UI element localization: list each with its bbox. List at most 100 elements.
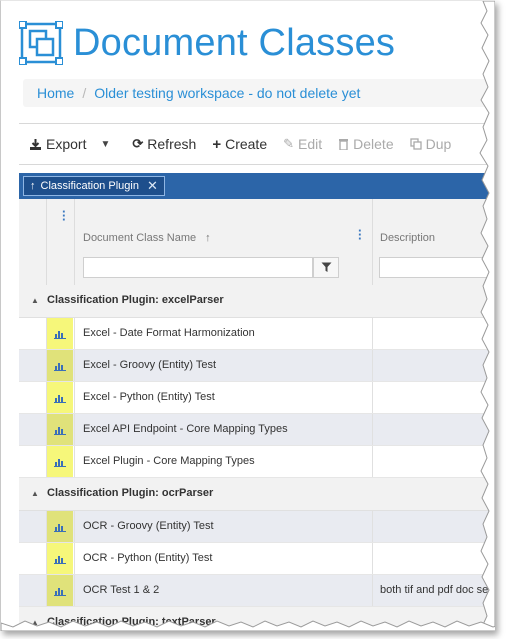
table-row[interactable]: Excel API Endpoint - Core Mapping Types xyxy=(19,414,495,446)
filter-icon xyxy=(321,262,331,272)
document-classes-icon xyxy=(19,21,63,65)
page-title: Document Classes xyxy=(73,21,396,64)
cell-divider xyxy=(372,382,373,413)
column-header-description[interactable]: Description xyxy=(380,232,435,244)
page-frame: Document Classes Home / Older testing work… xyxy=(0,0,495,631)
sort-ascending-icon: ↑ xyxy=(30,180,36,192)
bar-chart-icon xyxy=(54,458,66,467)
chart-cell[interactable] xyxy=(47,511,73,542)
bar-chart-icon xyxy=(54,555,66,564)
chart-cell[interactable] xyxy=(47,414,73,445)
cell-divider xyxy=(74,511,75,542)
delete-label: Delete xyxy=(353,136,394,152)
group-row[interactable]: ▲ Classification Plugin: ocrParser xyxy=(19,478,495,511)
group-chip-label: Classification Plugin xyxy=(40,180,139,192)
name-filter-input[interactable] xyxy=(83,257,313,278)
torn-edge-decoration xyxy=(479,1,495,631)
chart-cell[interactable] xyxy=(47,575,73,606)
document-class-name[interactable]: Excel - Groovy (Entity) Test xyxy=(83,359,216,371)
refresh-icon: ⟳ xyxy=(132,136,144,151)
column-divider xyxy=(46,199,47,249)
cell-divider xyxy=(74,350,75,381)
bar-chart-icon xyxy=(54,426,66,435)
create-button[interactable]: + Create xyxy=(212,136,267,153)
column-divider xyxy=(372,199,373,249)
document-class-name[interactable]: OCR - Groovy (Entity) Test xyxy=(83,520,214,532)
filter-button[interactable] xyxy=(313,257,339,278)
table-row[interactable]: OCR - Python (Entity) Test xyxy=(19,543,495,575)
breadcrumb: Home / Older testing workspace - do not de… xyxy=(23,79,495,107)
toolbar: Export ▼ ⟳ Refresh + Create ✎ Edit Delet… xyxy=(19,123,495,165)
group-chip-classification-plugin[interactable]: ↑ Classification Plugin ✕ xyxy=(23,176,165,196)
table-row[interactable]: Excel - Groovy (Entity) Test xyxy=(19,350,495,382)
column-divider xyxy=(372,249,373,285)
cell-divider xyxy=(74,446,75,477)
cell-divider xyxy=(372,350,373,381)
export-dropdown-caret-icon[interactable]: ▼ xyxy=(100,139,110,150)
duplicate-button[interactable]: Dup xyxy=(409,136,452,152)
duplicate-label: Dup xyxy=(425,136,452,152)
group-by-bar: ↑ Classification Plugin ✕ xyxy=(19,173,495,199)
refresh-label: Refresh xyxy=(147,136,197,152)
bar-chart-icon xyxy=(54,587,66,596)
trash-icon xyxy=(339,139,349,150)
delete-button[interactable]: Delete xyxy=(338,136,394,152)
cell-divider xyxy=(372,414,373,445)
remove-group-close-icon[interactable]: ✕ xyxy=(147,177,158,195)
group-row[interactable]: ▲ Classification Plugin: excelParser xyxy=(19,285,495,318)
chart-cell[interactable] xyxy=(47,350,73,381)
document-class-name[interactable]: Excel Plugin - Core Mapping Types xyxy=(83,455,255,467)
table-row[interactable]: Excel - Python (Entity) Test xyxy=(19,382,495,414)
document-class-name[interactable]: Excel - Python (Entity) Test xyxy=(83,391,215,403)
column-menu-icon[interactable]: · · · xyxy=(62,205,66,226)
refresh-button[interactable]: ⟳ Refresh xyxy=(132,136,196,152)
download-icon xyxy=(30,138,41,150)
sort-up-icon: ↑ xyxy=(205,232,211,244)
create-label: Create xyxy=(225,136,268,152)
document-class-description: both tif and pdf doc se xyxy=(380,584,489,596)
chart-cell[interactable] xyxy=(47,543,73,574)
cell-divider xyxy=(74,318,75,349)
column-header-name[interactable]: Document Class Name ↑ xyxy=(83,232,211,244)
plus-icon: + xyxy=(212,135,222,153)
collapse-triangle-icon[interactable]: ▲ xyxy=(31,489,39,498)
cell-divider xyxy=(74,575,75,606)
document-class-name[interactable]: OCR - Python (Entity) Test xyxy=(83,552,212,564)
breadcrumb-separator: / xyxy=(82,85,87,101)
copy-icon xyxy=(409,138,422,150)
table-row[interactable]: OCR - Groovy (Entity) Test xyxy=(19,511,495,543)
cell-divider xyxy=(372,543,373,574)
grid-body: ▲ Classification Plugin: excelParser Excel… xyxy=(19,285,495,631)
cell-divider xyxy=(74,414,75,445)
filter-row xyxy=(19,249,495,286)
document-class-name[interactable]: Excel API Endpoint - Core Mapping Types xyxy=(83,423,288,435)
chart-cell[interactable] xyxy=(47,382,73,413)
table-row[interactable]: Excel Plugin - Core Mapping Types xyxy=(19,446,495,478)
name-column-menu-icon[interactable]: · · · xyxy=(358,224,362,245)
export-button[interactable]: Export xyxy=(29,136,86,152)
bar-chart-icon xyxy=(54,523,66,532)
table-row[interactable]: OCR Test 1 & 2 both tif and pdf doc se xyxy=(19,575,495,607)
edit-icon: ✎ xyxy=(283,136,295,151)
breadcrumb-home-link[interactable]: Home xyxy=(37,85,74,101)
cell-divider xyxy=(74,382,75,413)
breadcrumb-workspace-link[interactable]: Older testing workspace - do not delete … xyxy=(94,85,360,101)
document-classes-grid: · · · Document Class Name ↑ · · · Descriptio… xyxy=(19,199,495,631)
column-divider xyxy=(46,249,47,285)
edit-label: Edit xyxy=(298,136,323,152)
chart-cell[interactable] xyxy=(47,446,73,477)
cell-divider xyxy=(372,446,373,477)
collapse-triangle-icon[interactable]: ▲ xyxy=(31,296,39,305)
document-class-name[interactable]: Excel - Date Format Harmonization xyxy=(83,327,255,339)
group-label: Classification Plugin: excelParser xyxy=(47,294,224,306)
cell-divider xyxy=(74,543,75,574)
chart-cell[interactable] xyxy=(47,318,73,349)
table-row[interactable]: Excel - Date Format Harmonization xyxy=(19,318,495,350)
bar-chart-icon xyxy=(54,394,66,403)
column-header-name-label: Document Class Name xyxy=(83,232,197,244)
edit-button[interactable]: ✎ Edit xyxy=(283,136,322,152)
document-class-name[interactable]: OCR Test 1 & 2 xyxy=(83,584,159,596)
cell-divider xyxy=(372,511,373,542)
torn-bottom-decoration xyxy=(1,620,495,631)
group-label: Classification Plugin: ocrParser xyxy=(47,487,214,499)
